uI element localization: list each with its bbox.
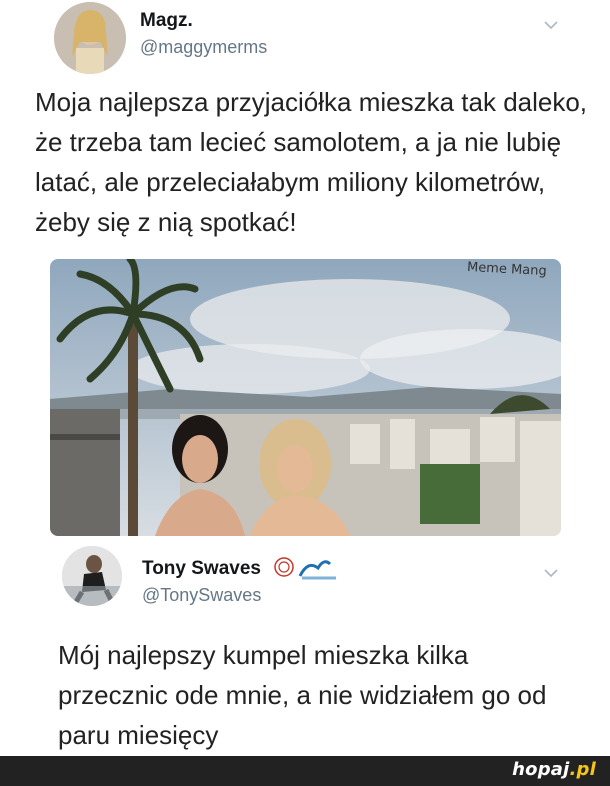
tweet-text: Moja najlepsza przyjaciółka mieszka tak …: [35, 87, 588, 237]
tweet-text: Mój najlepszy kumpel mieszka kilka przec…: [58, 640, 547, 750]
author-handle[interactable]: @TonySwaves: [142, 585, 261, 606]
chevron-down-icon[interactable]: [544, 566, 558, 580]
chevron-down-icon[interactable]: [544, 18, 558, 32]
brand-name: hopaj: [512, 759, 570, 780]
avatar-photo: [54, 2, 126, 74]
badge-icon: [273, 556, 295, 578]
author-name[interactable]: Magz.: [140, 10, 193, 32]
site-footer: hopaj.pl: [0, 756, 610, 786]
tweet-photo[interactable]: Meme Mang: [50, 259, 561, 536]
brand-tld: .pl: [569, 759, 596, 780]
avatar[interactable]: [62, 546, 122, 606]
site-logo[interactable]: hopaj.pl: [512, 759, 596, 780]
photo-image: [50, 259, 561, 536]
wave-emoji-icon: [298, 556, 338, 580]
author-name[interactable]: Tony Swaves: [142, 558, 261, 580]
avatar-photo: [62, 546, 122, 606]
author-handle[interactable]: @maggymerms: [140, 37, 267, 58]
avatar[interactable]: [54, 2, 126, 74]
